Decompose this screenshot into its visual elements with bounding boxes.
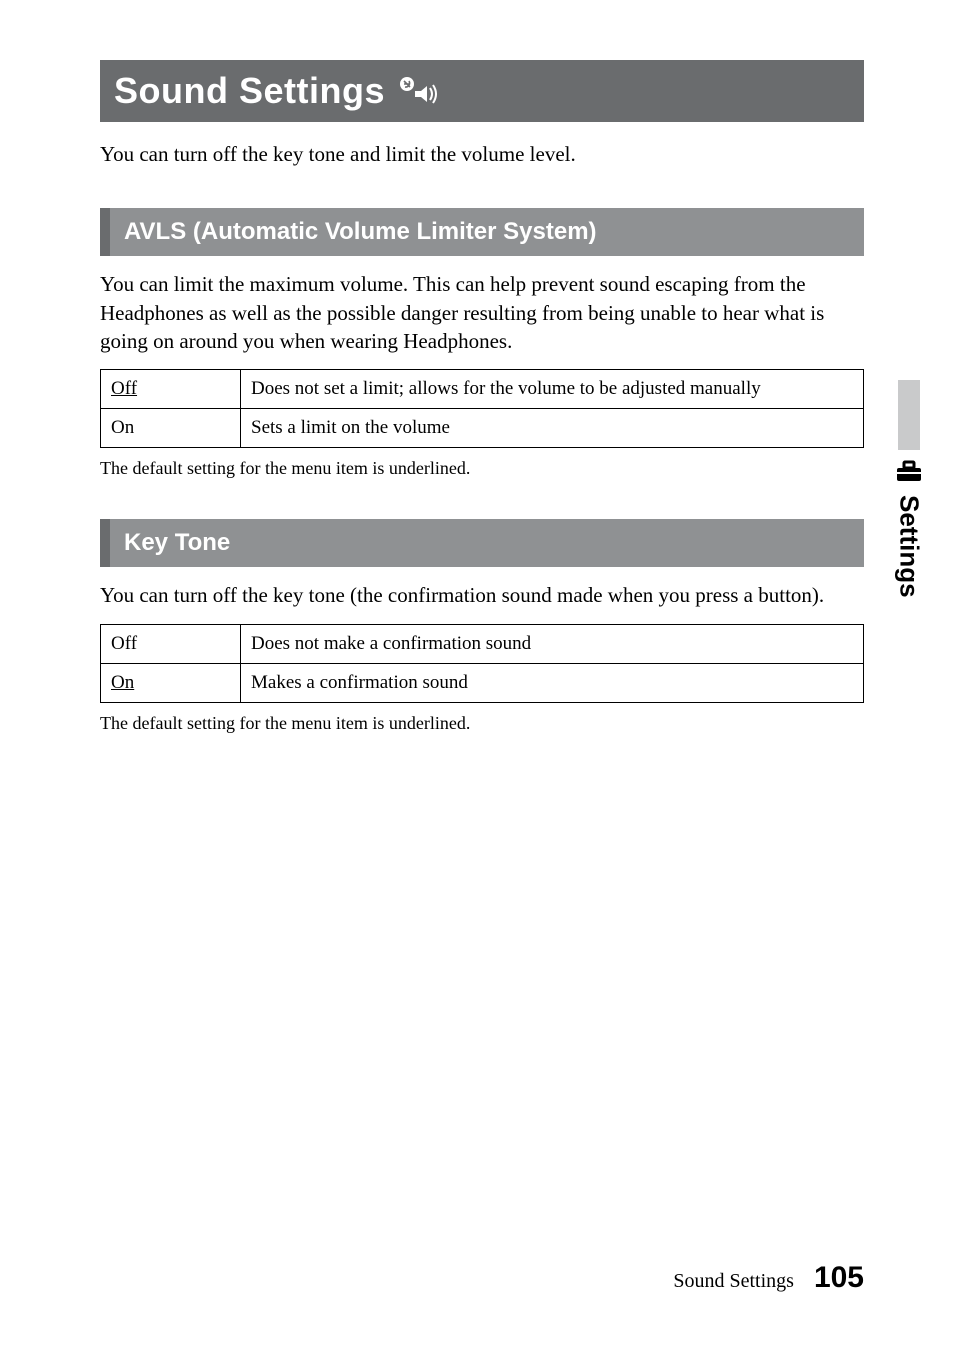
avls-caption: The default setting for the menu item is… bbox=[100, 458, 864, 479]
page-number: 105 bbox=[814, 1261, 864, 1295]
option-val: Does not set a limit; allows for the vol… bbox=[241, 370, 864, 409]
keytone-options-table: Off Does not make a confirmation sound O… bbox=[100, 624, 864, 703]
keytone-body: You can turn off the key tone (the confi… bbox=[100, 581, 864, 609]
side-tab: Settings bbox=[864, 380, 954, 598]
side-tab-marker bbox=[898, 380, 920, 450]
option-key: On bbox=[111, 672, 134, 693]
avls-options-table: Off Does not set a limit; allows for the… bbox=[100, 369, 864, 448]
side-tab-label: Settings bbox=[894, 495, 925, 598]
option-key: Off bbox=[111, 378, 137, 399]
section-heading-avls: AVLS (Automatic Volume Limiter System) bbox=[100, 208, 864, 256]
option-key: Off bbox=[111, 633, 137, 654]
page-title-bar: Sound Settings bbox=[100, 60, 864, 122]
section-heading-keytone: Key Tone bbox=[100, 519, 864, 567]
table-row: On Makes a confirmation sound bbox=[101, 663, 864, 702]
keytone-caption: The default setting for the menu item is… bbox=[100, 713, 864, 734]
option-key: On bbox=[111, 417, 134, 438]
intro-text: You can turn off the key tone and limit … bbox=[100, 140, 864, 168]
footer-label: Sound Settings bbox=[673, 1270, 794, 1293]
option-val: Makes a confirmation sound bbox=[241, 663, 864, 702]
option-val: Sets a limit on the volume bbox=[241, 409, 864, 448]
page-footer: Sound Settings 105 bbox=[673, 1261, 864, 1295]
page-title: Sound Settings bbox=[114, 70, 385, 112]
table-row: Off Does not make a confirmation sound bbox=[101, 624, 864, 663]
avls-body: You can limit the maximum volume. This c… bbox=[100, 270, 864, 355]
option-val: Does not make a confirmation sound bbox=[241, 624, 864, 663]
table-row: Off Does not set a limit; allows for the… bbox=[101, 370, 864, 409]
toolbox-icon bbox=[896, 460, 922, 487]
table-row: On Sets a limit on the volume bbox=[101, 409, 864, 448]
sound-settings-icon bbox=[397, 76, 441, 106]
